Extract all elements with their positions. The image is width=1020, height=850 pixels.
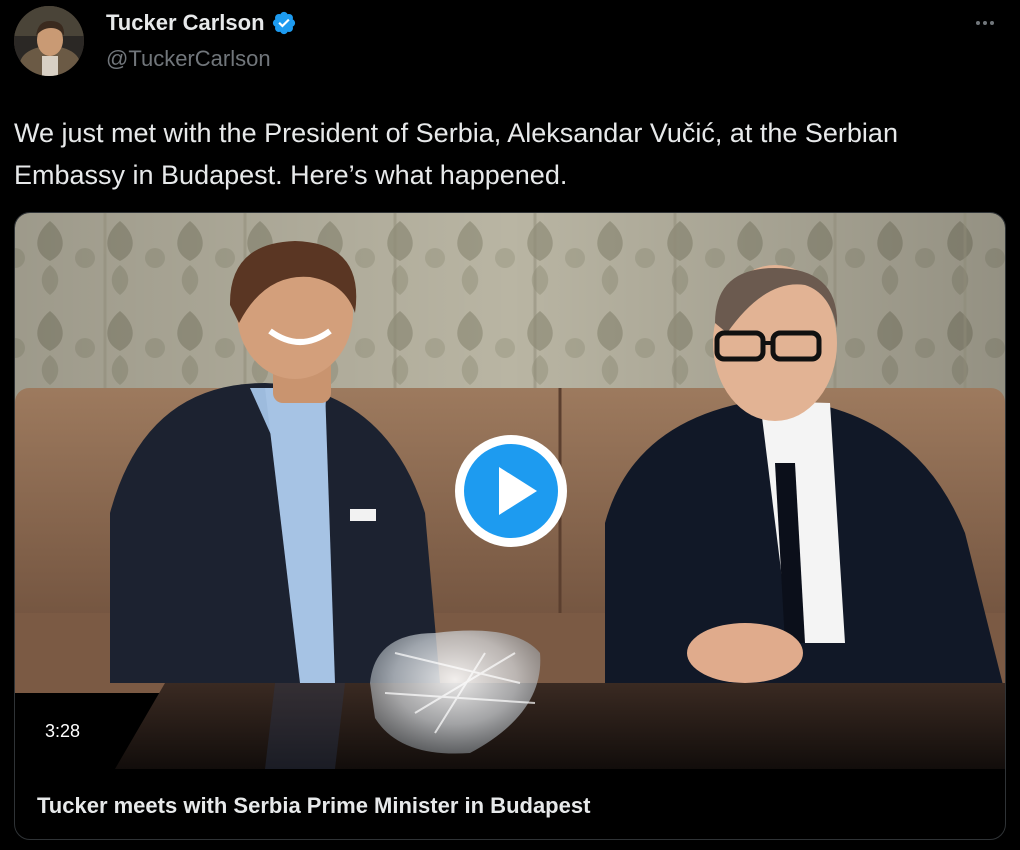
display-name[interactable]: Tucker Carlson [106,10,265,36]
more-dot [976,21,980,25]
video-card[interactable]: 3:28 Tucker meets with Serbia Prime Mini… [14,212,1006,840]
user-handle[interactable]: @TuckerCarlson [106,46,271,72]
avatar[interactable] [14,6,84,76]
video-title[interactable]: Tucker meets with Serbia Prime Minister … [37,793,590,819]
video-duration: 3:28 [37,717,89,746]
play-button[interactable] [453,433,569,549]
display-name-row: Tucker Carlson [106,10,297,36]
play-icon [455,435,567,547]
profile-photo-image [14,6,84,76]
verified-badge-icon [271,10,297,36]
more-dot [983,21,987,25]
more-options-icon[interactable] [968,10,1002,36]
more-dot [990,21,994,25]
video-player[interactable]: 3:28 [15,213,1005,769]
post-text: We just met with the President of Serbia… [14,118,898,190]
